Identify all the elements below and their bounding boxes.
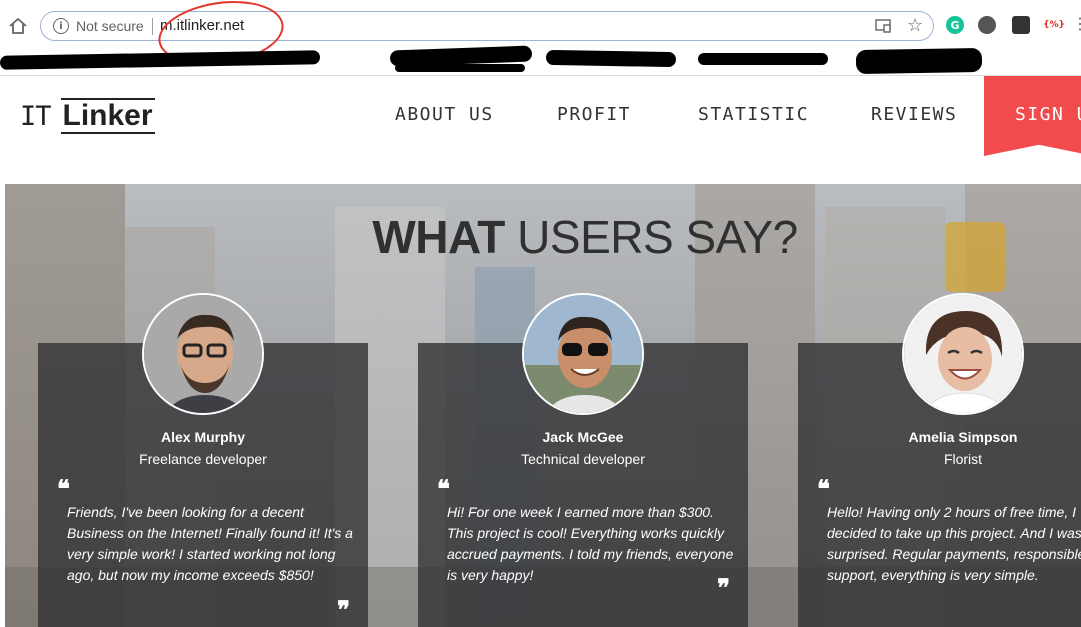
- sign-up-label: SIGN U: [1015, 104, 1081, 125]
- bookmarks-bar: [0, 45, 1081, 76]
- review-text: Hi! For one week I earned more than $300…: [447, 504, 734, 583]
- section-title: WHAT USERS SAY?: [5, 210, 1081, 264]
- menu-dots-icon[interactable]: ⋮: [1072, 14, 1081, 34]
- nav-statistic[interactable]: STATISTIC: [698, 104, 809, 125]
- security-status[interactable]: Not secure: [76, 18, 144, 34]
- review-text: Friends, I've been looking for a decent …: [67, 504, 353, 583]
- star-icon[interactable]: ☆: [907, 15, 923, 36]
- address-bar[interactable]: i Not secure m.itlinker.net ☆: [40, 11, 934, 41]
- nav-about-us[interactable]: ABOUT US: [395, 104, 494, 125]
- info-icon[interactable]: i: [53, 18, 69, 34]
- sign-up-button[interactable]: SIGN U: [984, 76, 1081, 156]
- site-logo[interactable]: IT Linker: [20, 98, 155, 134]
- reviewer-role: Florist: [943, 451, 983, 467]
- logo-name: Linker: [60, 98, 155, 134]
- reviewer-role: Freelance developer: [139, 451, 267, 467]
- quote-open-icon: ❝: [437, 474, 450, 503]
- quote-close-icon: ❞: [337, 595, 350, 624]
- avatar: [522, 293, 644, 415]
- title-bold: WHAT: [372, 211, 505, 263]
- redaction-scribble: [698, 53, 828, 65]
- nav-profit[interactable]: PROFIT: [557, 104, 631, 125]
- redaction-scribble: [0, 50, 321, 70]
- review-text: Hello! Having only 2 hours of free time,…: [827, 504, 1081, 583]
- extension-percent-icon[interactable]: {%}: [1043, 16, 1065, 34]
- quote-close-icon: ❞: [717, 573, 730, 602]
- redaction-scribble: [395, 64, 525, 72]
- quote-open-icon: ❝: [57, 474, 70, 503]
- redaction-scribble: [545, 49, 677, 68]
- redaction-scribble: [855, 47, 983, 75]
- quote-open-icon: ❝: [817, 474, 830, 503]
- browser-chrome: i Not secure m.itlinker.net ☆ G {%} ⋮: [0, 0, 1081, 76]
- reviews-section: WHAT USERS SAY? Alex Murphy Freelance de…: [5, 184, 1081, 627]
- logo-prefix: IT: [20, 101, 52, 132]
- reviewer-name: Alex Murphy: [160, 429, 245, 445]
- title-rest: USERS SAY?: [504, 211, 798, 263]
- avatar: [142, 293, 264, 415]
- extension-square-icon[interactable]: [1012, 16, 1030, 34]
- extension-icon[interactable]: [978, 16, 996, 34]
- reviewer-name: Jack McGee: [542, 429, 624, 445]
- home-icon[interactable]: [8, 16, 28, 36]
- site-header: IT Linker ABOUT US PROFIT STATISTIC REVIE…: [0, 76, 1081, 184]
- reviewer-name: Amelia Simpson: [908, 429, 1018, 445]
- avatar: [902, 293, 1024, 415]
- cast-icon[interactable]: [875, 19, 891, 38]
- grammarly-extension-icon[interactable]: G: [946, 16, 964, 34]
- address-separator: [152, 18, 153, 35]
- nav-reviews[interactable]: REVIEWS: [871, 104, 957, 125]
- url-text[interactable]: m.itlinker.net: [160, 17, 244, 34]
- reviewer-role: Technical developer: [521, 451, 645, 467]
